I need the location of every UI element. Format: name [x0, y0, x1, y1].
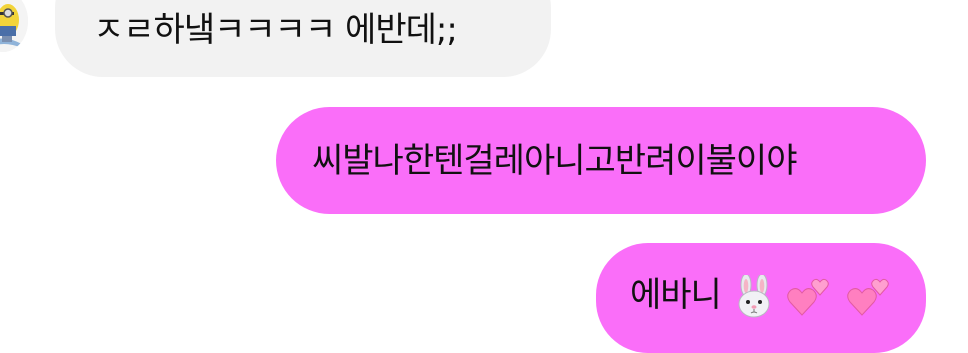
rabbit-face-icon — [733, 275, 775, 319]
message-text: 씨발나한텐걸레아니고반려이불이야 — [312, 141, 797, 181]
chat-thread: ㅈㄹ하냌ㅋㅋㅋㅋ 에반데;; 씨발나한텐걸레아니고반려이불이야 에바니 — [0, 0, 968, 353]
message-bubble-received[interactable]: ㅈㄹ하냌ㅋㅋㅋㅋ 에반데;; — [55, 0, 551, 77]
minion-avatar-icon — [0, 0, 28, 52]
message-text: ㅈㄹ하냌ㅋㅋㅋㅋ 에반데;; — [93, 10, 458, 50]
message-bubble-sent[interactable]: 씨발나한텐걸레아니고반려이불이야 — [276, 107, 926, 214]
two-hearts-icon — [846, 275, 894, 319]
two-hearts-icon — [786, 275, 834, 319]
message-text: 에바니 — [630, 275, 722, 315]
message-bubble-sent[interactable]: 에바니 — [596, 243, 926, 353]
sender-avatar[interactable] — [0, 0, 28, 52]
